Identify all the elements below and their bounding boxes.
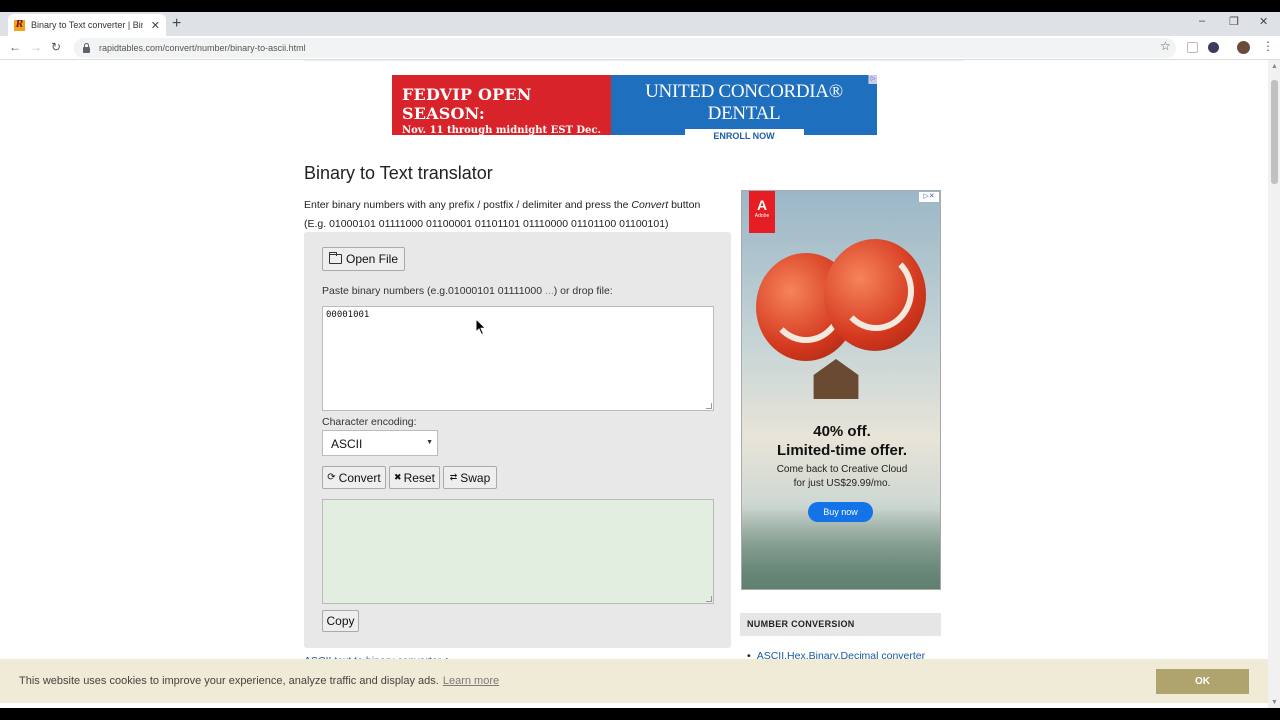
ad-headline: FEDVIP OPEN SEASON: — [402, 85, 532, 123]
learn-more-link[interactable]: Learn more — [443, 675, 499, 687]
extension-icon[interactable] — [1208, 42, 1219, 53]
extension-icon[interactable] — [1187, 42, 1198, 53]
number-conversion-heading: NUMBER CONVERSION — [740, 613, 941, 636]
forward-arrow-icon[interactable]: → — [30, 40, 42, 54]
restore-icon[interactable]: ❐ — [1229, 15, 1239, 28]
minimize-icon[interactable]: – — [1199, 15, 1205, 27]
lock-icon — [82, 43, 91, 53]
ad-enroll-button[interactable]: ENROLL NOW — [684, 129, 804, 144]
intro-line1: Enter binary numbers with any prefix / p… — [304, 199, 632, 211]
open-file-label: Open File — [345, 252, 399, 266]
ad-right-panel: UNITED CONCORDIA® DENTAL ENROLL NOW — [611, 75, 877, 144]
close-window-icon[interactable]: ✕ — [1259, 15, 1268, 28]
scroll-down-icon[interactable]: ▼ — [1271, 699, 1278, 706]
text-output[interactable] — [322, 499, 714, 604]
copy-label: Copy — [326, 614, 355, 628]
ad-brand: UNITED CONCORDIA® DENTAL — [645, 81, 843, 124]
reset-button[interactable]: ✖ Reset — [389, 466, 440, 489]
browser-menu-icon[interactable]: ⋮ — [1262, 39, 1274, 53]
address-bar[interactable]: rapidtables.com/convert/number/binary-to… — [74, 38, 1176, 58]
back-arrow-icon[interactable]: ← — [9, 40, 21, 54]
scroll-up-icon[interactable]: ▲ — [1271, 63, 1278, 70]
new-tab-button[interactable]: + — [172, 15, 181, 33]
page-content: FEDVIP OPEN SEASON: Nov. 11 through midn… — [0, 60, 1268, 708]
top-banner-ad[interactable]: FEDVIP OPEN SEASON: Nov. 11 through midn… — [392, 75, 877, 155]
binary-input-value: 00001001 — [326, 310, 370, 320]
cookie-banner: This website uses cookies to improve you… — [0, 659, 1268, 703]
encoding-label: Character encoding: — [322, 416, 417, 428]
swap-icon: ⇄ — [449, 472, 458, 482]
dropdown-arrow-icon: ▼ — [426, 439, 433, 446]
resize-grip[interactable] — [706, 596, 712, 602]
swap-label: Swap — [460, 470, 491, 485]
ad-left-panel: FEDVIP OPEN SEASON: Nov. 11 through midn… — [392, 75, 611, 155]
cookie-ok-button[interactable]: OK — [1156, 669, 1249, 694]
url-text: rapidtables.com/convert/number/binary-to… — [99, 43, 306, 53]
divider — [304, 60, 964, 61]
scrollbar-thumb[interactable] — [1271, 80, 1278, 184]
paste-label-end: ) or drop file: — [553, 285, 613, 297]
cookie-text: This website uses cookies to improve you… — [19, 675, 439, 687]
refresh-icon: ⟳ — [327, 472, 336, 483]
cookie-message: This website uses cookies to improve you… — [19, 675, 499, 687]
ad-subline: Nov. 11 through midnight EST Dec. 9 — [402, 125, 601, 147]
resize-grip[interactable] — [706, 403, 712, 409]
bookmark-star-icon[interactable]: ☆ — [1160, 39, 1171, 53]
paste-label-hint: ... — [545, 285, 554, 297]
mouse-cursor-icon — [475, 317, 487, 341]
ad-offer-headline: 40% off. — [813, 423, 871, 440]
paste-label-text: Paste binary numbers (e.g.01000101 01111… — [322, 285, 545, 297]
encoding-selected-value: ASCII — [331, 437, 363, 451]
floating-house-image — [813, 359, 859, 399]
ad-offer-body: Come back to Creative Cloud for just US$… — [742, 463, 940, 491]
converter-panel: Open File Paste binary numbers (e.g.0100… — [304, 232, 731, 648]
binary-input[interactable]: 00001001 — [322, 306, 714, 411]
paste-label: Paste binary numbers (e.g.01000101 01111… — [322, 285, 613, 297]
profile-avatar[interactable] — [1237, 41, 1250, 54]
convert-button[interactable]: ⟳ Convert — [322, 466, 386, 489]
page-title: Binary to Text translator — [304, 163, 493, 183]
balloon-stripe — [838, 251, 914, 331]
buy-now-button[interactable]: Buy now — [808, 502, 873, 522]
reset-label: Reset — [403, 470, 435, 485]
ad-offer-subheadline: Limited-time offer. — [776, 442, 907, 459]
adobe-brand-text: Adobe — [754, 213, 770, 219]
page-scrollbar[interactable]: ▲ ▼ — [1268, 60, 1280, 708]
swap-button[interactable]: ⇄ Swap — [443, 466, 497, 489]
side-banner-ad[interactable]: A Adobe 40% off. Limited-time offer. Come… — [741, 190, 941, 590]
adobe-logo-icon: A Adobe — [749, 191, 775, 233]
adchoices-close-icon[interactable]: ▷✕ — [919, 192, 939, 202]
ad-fine-print: IMPORTANT DISCLOSURES ADV 0657-0919 — [402, 150, 485, 155]
convert-label: Convert — [338, 470, 381, 485]
x-icon: ✖ — [394, 472, 402, 482]
adchoices-icon[interactable]: ▷ — [868, 75, 877, 84]
folder-icon — [328, 252, 342, 264]
intro-convert-emphasis: Convert — [631, 199, 669, 211]
open-file-button[interactable]: Open File — [322, 247, 405, 271]
browser-window: R Binary to Text converter | Binary ✕ + … — [0, 12, 1280, 708]
tab-title: Binary to Text converter | Binary — [31, 20, 143, 30]
intro-text: Enter binary numbers with any prefix / p… — [304, 196, 700, 234]
browser-tab[interactable]: R Binary to Text converter | Binary ✕ — [8, 14, 166, 36]
browser-toolbar: ← → ↻ rapidtables.com/convert/number/bin… — [0, 36, 1280, 60]
site-favicon-icon: R — [14, 19, 25, 31]
ad-body-line2: for just US$29.99/mo. — [793, 478, 891, 489]
tab-strip: R Binary to Text converter | Binary ✕ + … — [0, 12, 1280, 36]
ad-body-line1: Come back to Creative Cloud — [776, 464, 908, 475]
tab-close-icon[interactable]: ✕ — [151, 19, 160, 32]
encoding-select[interactable]: ASCII ▼ — [322, 430, 438, 456]
reload-icon[interactable]: ↻ — [51, 40, 61, 54]
copy-button[interactable]: Copy — [322, 610, 359, 632]
intro-line1-end: button — [668, 199, 701, 211]
